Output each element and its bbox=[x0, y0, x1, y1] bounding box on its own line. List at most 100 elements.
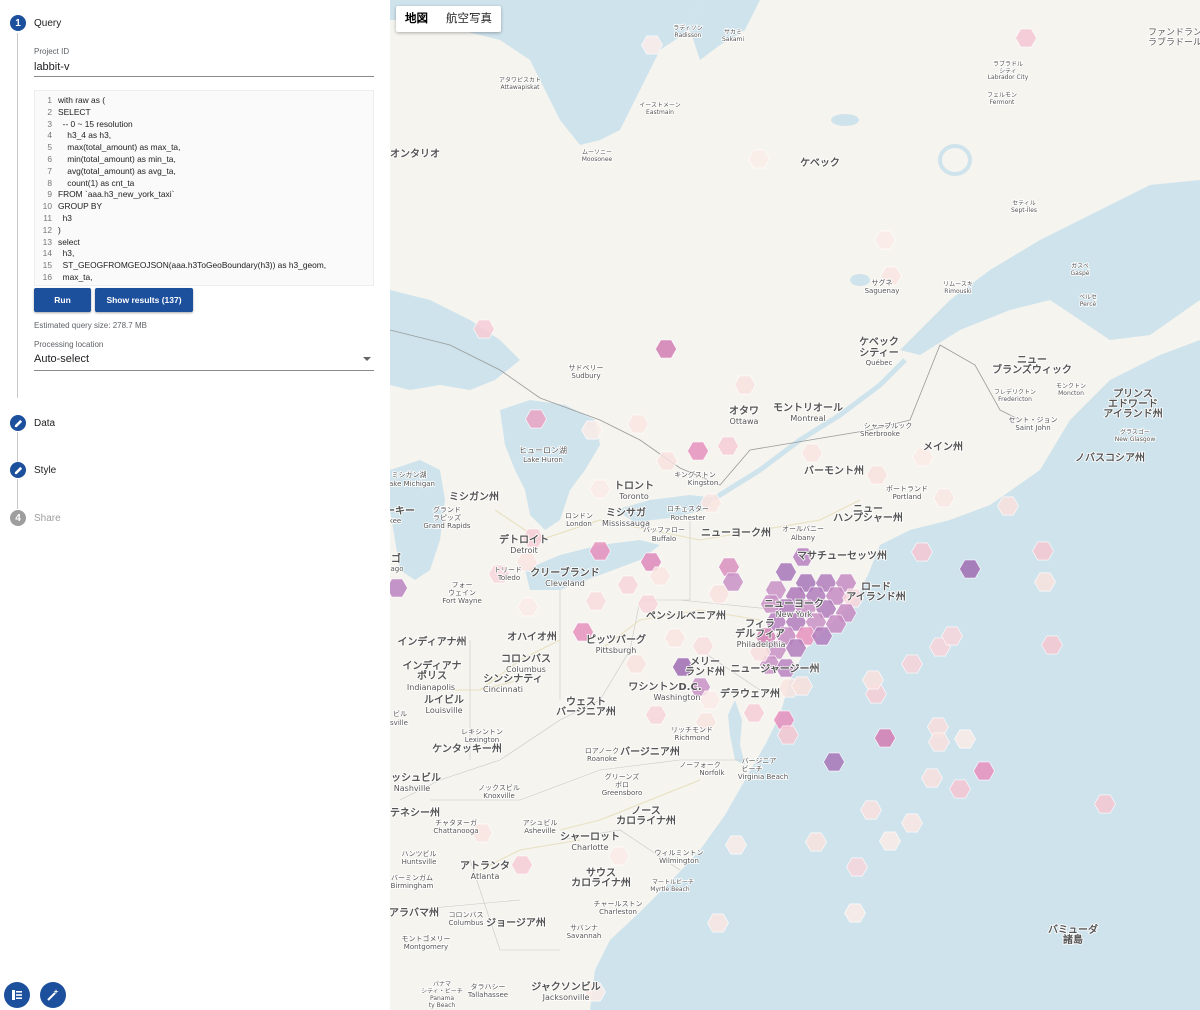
lake-mistassini bbox=[831, 114, 859, 126]
code-line[interactable]: 15 ST_GEOGFROMGEOJSON(aaa.h3ToGeoBoundar… bbox=[35, 260, 373, 272]
map-place-label: シャーロット bbox=[560, 831, 620, 843]
map-place-label: ポートランド bbox=[886, 485, 928, 493]
map-place-label: バッファロー bbox=[643, 526, 685, 534]
code-line[interactable]: 10 GROUP BY bbox=[35, 201, 373, 213]
map-place-label: ラブラドル bbox=[993, 60, 1023, 68]
map-place-label: ファンドラン bbox=[1148, 27, 1200, 38]
code-line[interactable]: 12) bbox=[35, 225, 373, 237]
map-place-label: Sudbury bbox=[571, 372, 600, 380]
map-place-label: シャーブルック bbox=[864, 421, 913, 430]
map-place-label: Rimouski bbox=[944, 288, 972, 295]
step-query[interactable]: 1 Query bbox=[10, 15, 61, 31]
map-type-satellite[interactable]: 航空写真 bbox=[437, 6, 501, 32]
processing-location-select[interactable]: Auto-select bbox=[34, 353, 89, 365]
map-place-label: リッチモンド bbox=[671, 726, 713, 734]
map-place-label: ジャクソンビル bbox=[531, 980, 601, 993]
line-number: 4 bbox=[47, 130, 52, 141]
map-type-roadmap[interactable]: 地図 bbox=[396, 6, 437, 32]
code-line[interactable]: 1 with raw as ( bbox=[35, 91, 373, 107]
map-place-label: ノックスビル bbox=[478, 783, 520, 792]
map-place-label: グランド bbox=[433, 505, 461, 514]
map-place-label: sville bbox=[390, 719, 408, 727]
map-place-label: ake Michigan bbox=[390, 480, 435, 488]
code-line[interactable]: 2 SELECT bbox=[35, 107, 373, 119]
map-place-label: Rochester bbox=[671, 514, 706, 522]
map-place-label: ビル bbox=[393, 709, 407, 718]
map-place-label: サカミ bbox=[724, 29, 742, 36]
code-text: -- 0 ~ 15 resolution bbox=[58, 118, 133, 129]
code-line[interactable]: 14 h3, bbox=[35, 248, 373, 260]
map-place-label: パナマ bbox=[433, 981, 451, 988]
map-place-label: グラスゴー bbox=[1120, 428, 1150, 436]
step-data[interactable]: Data bbox=[10, 415, 55, 431]
code-line[interactable]: 13 select bbox=[35, 237, 373, 249]
line-number: 6 bbox=[47, 153, 52, 164]
code-text: with raw as ( bbox=[58, 95, 106, 105]
map-place-label: モントリオール bbox=[773, 402, 843, 414]
map-place-label: ウィルミントン bbox=[655, 849, 704, 857]
map-place-label: テネシー州 bbox=[390, 807, 440, 819]
map-place-label: Grand Rapids bbox=[423, 522, 471, 530]
map-place-label: タラハシー bbox=[471, 982, 506, 991]
edit-pencil-icon bbox=[10, 462, 26, 478]
step-share[interactable]: 4 Share bbox=[10, 510, 61, 526]
map-place-label: ハンプシャー州 bbox=[833, 511, 903, 524]
panel-toggle-button[interactable] bbox=[4, 982, 30, 1008]
code-line[interactable]: 4 h3_4 as h3, bbox=[35, 130, 373, 142]
code-text: count(1) as cnt_ta bbox=[58, 177, 135, 188]
line-number: 5 bbox=[47, 142, 52, 153]
map-place-label: Sakami bbox=[722, 36, 744, 43]
map-place-label: Charlotte bbox=[571, 843, 608, 852]
step-style[interactable]: Style bbox=[10, 462, 56, 478]
map-canvas[interactable]: ラディソンRadisson サカミSakami ファンドランラブラドールラブラドルシ… bbox=[390, 0, 1200, 1010]
map-place-label: オハイオ州 bbox=[507, 631, 557, 643]
code-line[interactable]: 11 h3 bbox=[35, 213, 373, 225]
map-area[interactable]: ラディソン Radisson サカミ Sakami ファンドラン ラブラドール ラブラドルシ… bbox=[390, 0, 1200, 1010]
map-place-label: Fort Wayne bbox=[442, 597, 482, 605]
code-line[interactable]: 8 count(1) as cnt_ta bbox=[35, 178, 373, 190]
sql-editor[interactable]: 1 with raw as (2 SELECT 3 -- 0 ~ 15 resolut… bbox=[34, 90, 374, 286]
map-place-label: ランド州 bbox=[685, 666, 725, 678]
code-line[interactable]: 6 min(total_amount) as min_ta, bbox=[35, 154, 373, 166]
map-place-label: Panama bbox=[430, 995, 454, 1002]
map-place-label: Moncton bbox=[1058, 390, 1084, 397]
code-line[interactable]: 16 max_ta, bbox=[35, 272, 373, 284]
map-place-label: Eastmain bbox=[646, 109, 674, 116]
map-place-label: チャタヌーガ bbox=[435, 818, 477, 827]
project-id-label: Project ID bbox=[34, 47, 70, 56]
map-place-label: Wilmington bbox=[659, 857, 699, 865]
dropdown-arrow-icon[interactable] bbox=[363, 357, 371, 361]
line-number: 10 bbox=[42, 201, 52, 212]
line-number: 15 bbox=[42, 260, 52, 271]
step-number-4: 4 bbox=[10, 510, 26, 526]
map-place-label: チャールストン bbox=[594, 900, 643, 908]
map-place-label: サドベリー bbox=[569, 364, 604, 372]
code-line[interactable]: 9 FROM `aaa.h3_new_york_taxi` bbox=[35, 189, 373, 201]
map-place-label: ビーチ bbox=[742, 764, 763, 773]
map-place-label: Moosonee bbox=[582, 156, 613, 163]
show-results-button[interactable]: Show results (137) bbox=[95, 288, 193, 312]
map-place-label: Pittsburgh bbox=[596, 646, 637, 655]
code-line[interactable]: 5 max(total_amount) as max_ta, bbox=[35, 142, 373, 154]
map-place-label: アシュビル bbox=[523, 818, 558, 827]
estimated-size-text: Estimated query size: 278.7 MB bbox=[34, 321, 147, 330]
run-button[interactable]: Run bbox=[34, 288, 91, 312]
code-line[interactable]: 7 avg(total_amount) as avg_ta, bbox=[35, 166, 373, 178]
map-place-label: Cincinnati bbox=[483, 685, 523, 694]
code-line[interactable]: 3 -- 0 ~ 15 resolution bbox=[35, 119, 373, 131]
magic-wand-icon bbox=[47, 989, 59, 1001]
line-number: 12 bbox=[42, 224, 52, 235]
map-place-label: ニューヨーク bbox=[764, 598, 824, 610]
map-place-label: Buffalo bbox=[652, 535, 677, 543]
map-type-control[interactable]: 地図 航空写真 bbox=[396, 6, 501, 32]
map-place-label: モントゴメリー bbox=[402, 934, 451, 943]
magic-wand-button[interactable] bbox=[40, 982, 66, 1008]
map-place-label: Labrador City bbox=[988, 74, 1029, 81]
code-text: max(total_amount) as max_ta, bbox=[58, 142, 181, 153]
map-place-label: Fredericton bbox=[998, 396, 1032, 403]
map-place-label: ノバスコシア州 bbox=[1075, 452, 1145, 464]
code-line[interactable]: 17 min_ta, bbox=[35, 284, 373, 285]
project-id-input[interactable]: labbit-v bbox=[34, 61, 69, 73]
map-place-label: ゴ bbox=[391, 552, 401, 565]
map-place-label: ーキー bbox=[390, 505, 415, 517]
